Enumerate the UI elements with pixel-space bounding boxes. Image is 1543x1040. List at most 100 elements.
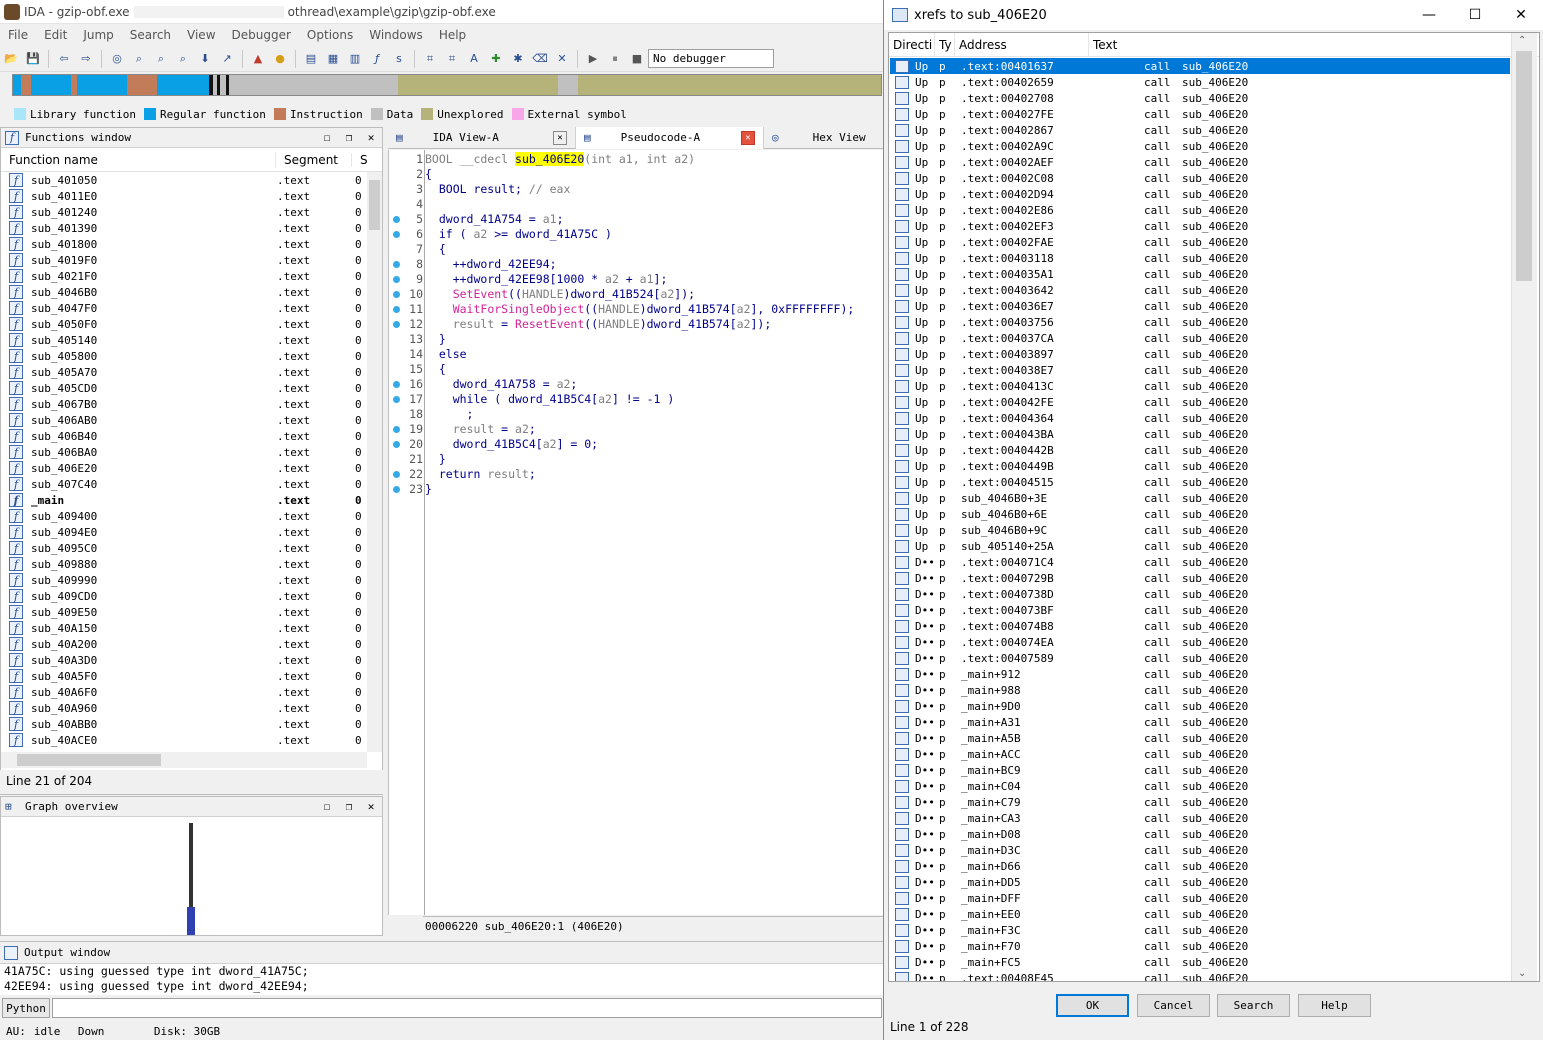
close-x-icon[interactable]: ✕ — [553, 50, 571, 68]
scroll-thumb[interactable] — [17, 754, 161, 766]
scroll-up-icon[interactable]: ⌃ — [1518, 35, 1526, 46]
menu-jump[interactable]: Jump — [75, 28, 121, 42]
function-row[interactable]: f sub_409880 .text 0 — [1, 556, 382, 572]
xref-row[interactable]: D•• p _main+EE0 call sub_406E20 — [890, 906, 1510, 922]
code-line[interactable]: if ( a2 >= dword_41A75C ) — [425, 227, 612, 242]
menu-windows[interactable]: Windows — [361, 28, 431, 42]
menu-debugger[interactable]: Debugger — [224, 28, 299, 42]
xref-row[interactable]: D•• p .text:0040729B call sub_406E20 — [890, 570, 1510, 586]
function-row[interactable]: f sub_401390 .text 0 — [1, 220, 382, 236]
float-icon[interactable]: ❐ — [338, 800, 360, 813]
graph-overview-viewport[interactable] — [187, 907, 195, 935]
xref-row[interactable]: D•• p _main+D3C call sub_406E20 — [890, 842, 1510, 858]
xref-row[interactable]: D•• p _main+A31 call sub_406E20 — [890, 714, 1510, 730]
open-folder-icon[interactable]: 📂 — [2, 50, 20, 68]
xref-row[interactable]: Up p .text:00402659 call sub_406E20 — [890, 74, 1510, 90]
code-line[interactable]: dword_41B5C4[a2] = 0; — [425, 437, 598, 452]
code-line[interactable]: } — [425, 482, 432, 497]
xref-row[interactable]: Up p .text:00402867 call sub_406E20 — [890, 122, 1510, 138]
function-row[interactable]: f sub_406BA0 .text 0 — [1, 444, 382, 460]
xref-row[interactable]: Up p .text:00402FAE call sub_406E20 — [890, 234, 1510, 250]
xref-row[interactable]: D•• p .text:004074B8 call sub_406E20 — [890, 618, 1510, 634]
function-row[interactable]: f sub_401050 .text 0 — [1, 172, 382, 188]
function-row[interactable]: f sub_40ABB0 .text 0 — [1, 716, 382, 732]
xref-row[interactable]: D•• p .text:004073BF call sub_406E20 — [890, 602, 1510, 618]
function-row[interactable]: f sub_4046B0 .text 0 — [1, 284, 382, 300]
menu-options[interactable]: Options — [299, 28, 361, 42]
pseudocode-view[interactable]: 1 BOOL __cdecl sub_406E20(int a1, int a2)… — [388, 150, 884, 915]
structures-icon[interactable]: ▥ — [346, 50, 364, 68]
search-next-icon[interactable]: ⌕ — [174, 50, 192, 68]
code-line[interactable]: result = ResetEvent((HANDLE)dword_41B574… — [425, 317, 772, 332]
xref-row[interactable]: Up p .text:00402AEF call sub_406E20 — [890, 154, 1510, 170]
function-row[interactable]: f sub_40ACE0 .text 0 — [1, 732, 382, 748]
xref-row[interactable]: D•• p _main+D66 call sub_406E20 — [890, 858, 1510, 874]
undefine-icon[interactable]: ⌫ — [531, 50, 549, 68]
function-row[interactable]: f _main .text 0 — [1, 492, 382, 508]
function-row[interactable]: f sub_405CD0 .text 0 — [1, 380, 382, 396]
function-row[interactable]: f sub_406B40 .text 0 — [1, 428, 382, 444]
xref-row[interactable]: D•• p _main+D08 call sub_406E20 — [890, 826, 1510, 842]
xref-row[interactable]: D•• p _main+BC9 call sub_406E20 — [890, 762, 1510, 778]
pause-icon[interactable]: ⏸ — [606, 50, 624, 68]
code-line[interactable]: while ( dword_41B5C4[a2] != -1 ) — [425, 392, 675, 407]
code-line[interactable]: ++dword_42EE94; — [425, 257, 557, 272]
function-row[interactable]: f sub_409CD0 .text 0 — [1, 588, 382, 604]
xref-row[interactable]: D•• p _main+988 call sub_406E20 — [890, 682, 1510, 698]
code-line[interactable]: SetEvent((HANDLE)dword_41B524[a2]); — [425, 287, 695, 302]
function-row[interactable]: f sub_401240 .text 0 — [1, 204, 382, 220]
xref-row[interactable]: Up p .text:00404364 call sub_406E20 — [890, 410, 1510, 426]
function-row[interactable]: f sub_4050F0 .text 0 — [1, 316, 382, 332]
plus-icon[interactable]: ✚ — [487, 50, 505, 68]
code-line[interactable]: dword_41A758 = a2; — [425, 377, 578, 392]
xref-row[interactable]: D•• p _main+FC5 call sub_406E20 — [890, 954, 1510, 970]
tab-ida-view-a[interactable]: ▤ IDA View-A ✕ — [388, 126, 576, 149]
xref-row[interactable]: D•• p _main+CA3 call sub_406E20 — [890, 810, 1510, 826]
scroll-thumb[interactable] — [1516, 51, 1532, 281]
xref-row[interactable]: D•• p _main+C04 call sub_406E20 — [890, 778, 1510, 794]
xref-row[interactable]: Up p .text:00403118 call sub_406E20 — [890, 250, 1510, 266]
column-address[interactable]: Address — [955, 33, 1089, 57]
xrefs-vscrollbar[interactable]: ⌃ ⌄ — [1511, 33, 1537, 981]
menu-file[interactable]: File — [0, 28, 36, 42]
binoculars-icon[interactable]: ◎ — [108, 50, 126, 68]
code-line[interactable]: WaitForSingleObject((HANDLE)dword_41B574… — [425, 302, 855, 317]
code-line[interactable]: { — [425, 167, 432, 182]
xref-row[interactable]: Up p .text:004043BA call sub_406E20 — [890, 426, 1510, 442]
close-icon[interactable]: ✕ — [1498, 7, 1543, 23]
warning-icon[interactable]: ▲ — [249, 50, 267, 68]
xref-row[interactable]: Up p sub_4046B0+9C call sub_406E20 — [890, 522, 1510, 538]
column-direction[interactable]: Directi — [889, 33, 935, 57]
function-row[interactable]: f sub_4094E0 .text 0 — [1, 524, 382, 540]
maximize-icon[interactable]: ☐ — [316, 800, 338, 813]
function-row[interactable]: f sub_4021F0 .text 0 — [1, 268, 382, 284]
tab-hex-view[interactable]: ◎ Hex View — [764, 127, 884, 149]
xref-row[interactable]: Up p .text:004038E7 call sub_406E20 — [890, 362, 1510, 378]
maximize-icon[interactable]: ☐ — [1452, 7, 1498, 23]
python-language-button[interactable]: Python — [2, 998, 50, 1018]
function-row[interactable]: f sub_4095C0 .text 0 — [1, 540, 382, 556]
scroll-thumb[interactable] — [369, 180, 380, 230]
code-line[interactable]: BOOL result; // eax — [425, 182, 571, 197]
play-icon[interactable]: ▶ — [584, 50, 602, 68]
xref-row[interactable]: Up p .text:00403642 call sub_406E20 — [890, 282, 1510, 298]
function-row[interactable]: f sub_40A6F0 .text 0 — [1, 684, 382, 700]
xref-row[interactable]: D•• p _main+C79 call sub_406E20 — [890, 794, 1510, 810]
function-row[interactable]: f sub_4047F0 .text 0 — [1, 300, 382, 316]
maximize-icon[interactable]: ☐ — [316, 131, 338, 144]
xref-row[interactable]: Up p .text:00402A9C call sub_406E20 — [890, 138, 1510, 154]
xref-row[interactable]: Up p .text:004035A1 call sub_406E20 — [890, 266, 1510, 282]
gear-icon[interactable]: ✱ — [509, 50, 527, 68]
xref-row[interactable]: D•• p _main+A5B call sub_406E20 — [890, 730, 1510, 746]
column-function-name[interactable]: Function name — [1, 152, 276, 167]
hex-view-icon[interactable]: ▦ — [324, 50, 342, 68]
xref-row[interactable]: D•• p _main+912 call sub_406E20 — [890, 666, 1510, 682]
xref-row[interactable]: Up p sub_4046B0+3E call sub_406E20 — [890, 490, 1510, 506]
xref-row[interactable]: D•• p _main+F70 call sub_406E20 — [890, 938, 1510, 954]
code-line[interactable]: BOOL __cdecl sub_406E20(int a1, int a2) — [425, 152, 695, 167]
function-row[interactable]: f sub_405800 .text 0 — [1, 348, 382, 364]
stop-icon[interactable]: ■ — [628, 50, 646, 68]
functions-hscrollbar[interactable] — [1, 752, 367, 768]
function-row[interactable]: f sub_406E20 .text 0 — [1, 460, 382, 476]
code-line[interactable]: } — [425, 332, 446, 347]
